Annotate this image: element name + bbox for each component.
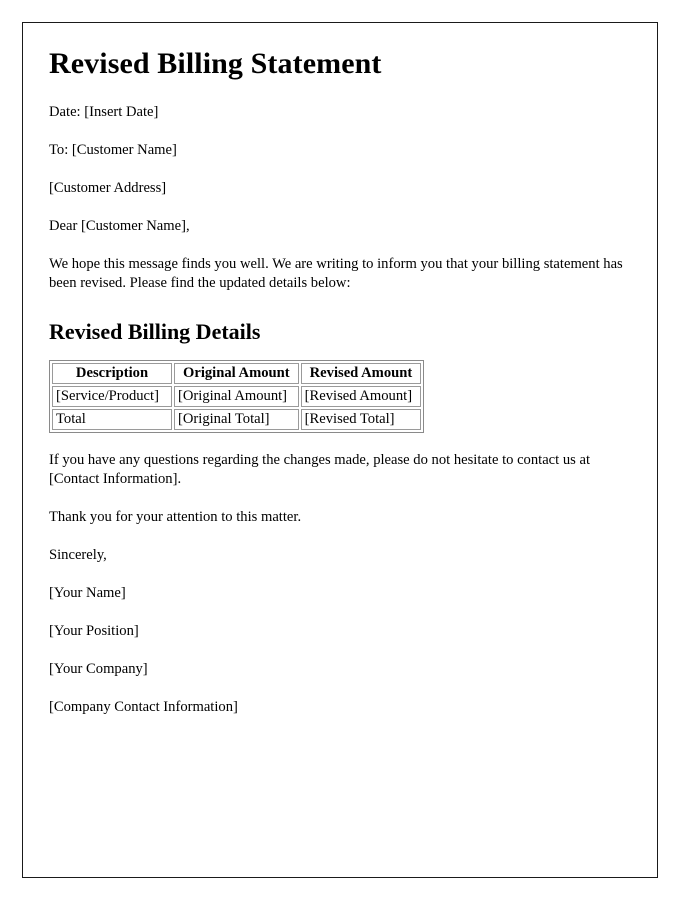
cell-description-total: Total — [52, 408, 172, 430]
signature-your-position: [Your Position] — [49, 622, 139, 639]
column-header-description: Description — [52, 362, 172, 384]
questions-paragraph: If you have any questions regarding the … — [49, 451, 591, 487]
signature-your-company: [Your Company] — [49, 660, 148, 677]
document-page-frame: Revised Billing Statement Date: [Insert … — [22, 22, 658, 878]
meta-line-address: [Customer Address] — [49, 179, 167, 196]
table-body: [Service/Product] [Original Amount] [Rev… — [52, 385, 422, 430]
section-heading-billing-details: Revised Billing Details — [49, 318, 261, 344]
intro-paragraph: We hope this message finds you well. We … — [49, 255, 623, 291]
table-row: [Service/Product] [Original Amount] [Rev… — [52, 385, 422, 407]
signature-company-contact: [Company Contact Information] — [49, 698, 238, 715]
table-header: Description Original Amount Revised Amou… — [52, 362, 422, 384]
signature-your-name: [Your Name] — [49, 584, 126, 601]
billing-details-table: Description Original Amount Revised Amou… — [49, 359, 425, 433]
table-row: Total [Original Total] [Revised Total] — [52, 408, 422, 430]
thanks-paragraph: Thank you for your attention to this mat… — [49, 508, 302, 525]
document-body: Revised Billing Statement Date: [Insert … — [23, 23, 657, 877]
cell-revised-total: [Revised Total] — [300, 408, 422, 430]
column-header-revised-amount: Revised Amount — [300, 362, 422, 384]
salutation: Dear [Customer Name], — [49, 217, 190, 234]
cell-original-total: [Original Total] — [174, 408, 299, 430]
cell-revised-amount-item: [Revised Amount] — [300, 385, 422, 407]
cell-description-item: [Service/Product] — [52, 385, 172, 407]
closing-line: Sincerely, — [49, 546, 107, 563]
meta-line-recipient: To: [Customer Name] — [49, 141, 177, 158]
column-header-original-amount: Original Amount — [174, 362, 299, 384]
cell-original-amount-item: [Original Amount] — [174, 385, 299, 407]
meta-line-date: Date: [Insert Date] — [49, 103, 159, 120]
billing-table-container: Description Original Amount Revised Amou… — [49, 359, 623, 433]
table-header-row: Description Original Amount Revised Amou… — [52, 362, 422, 384]
page-title: Revised Billing Statement — [49, 47, 382, 80]
